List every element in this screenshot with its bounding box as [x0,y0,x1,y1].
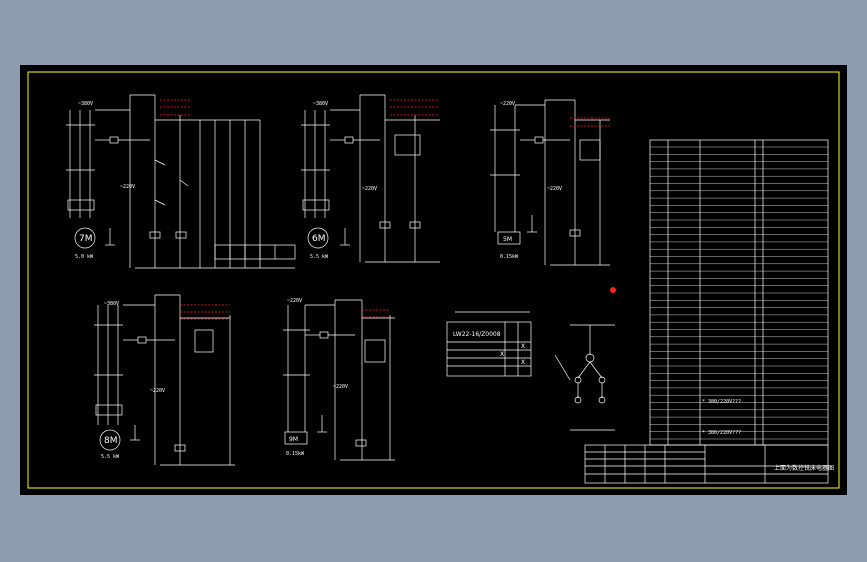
control-voltage-3: ~220V [547,186,562,192]
motor-6m-voltage: ~380V [313,101,328,107]
switch-table-title: LW22-16/Z0008 [453,331,501,338]
switch-mark-3: X [521,359,525,366]
cad-drawing-canvas: 7M 6M 5M 8M 9M ~380V ~380V ~220V ~380V ~… [20,65,847,495]
control-voltage-5: ~220V [333,384,348,390]
motor-8m-power: 5.5 kW [101,454,120,460]
motor-9m-power: 0.15kW [286,451,305,457]
legend-line-2: * 380/220V??? [702,430,741,436]
switch-mark-2: X [521,343,525,350]
control-voltage-1: ~220V [120,184,135,190]
motor-5m-power: 0.15kW [500,254,519,260]
switch-mark-1: X [500,351,504,358]
motor-9m-voltage: ~220V [287,298,302,304]
motor-6m-id: 6M [312,234,326,244]
control-voltage-4: ~220V [150,388,165,394]
motor-8m-id: 8M [104,436,118,446]
legend-line-1: * 380/220V??? [702,399,741,405]
motor-5m-voltage: ~220V [500,101,515,107]
motor-7m-voltage: ~380V [78,101,93,107]
motor-8m-voltage: ~380V [104,301,119,307]
motor-7m-power: 5.0 kW [75,254,94,260]
motor-6m-power: 5.5 kW [310,254,329,260]
motor-9m-id: 9M [289,436,298,443]
marker-dot [610,287,616,293]
motor-7m-id: 7M [79,234,93,244]
control-voltage-2: ~220V [362,186,377,192]
motor-5m-id: 5M [503,236,512,243]
parts-list-rows [650,146,828,440]
drawing-title: 上面为数控铣床电器图 [774,464,834,472]
